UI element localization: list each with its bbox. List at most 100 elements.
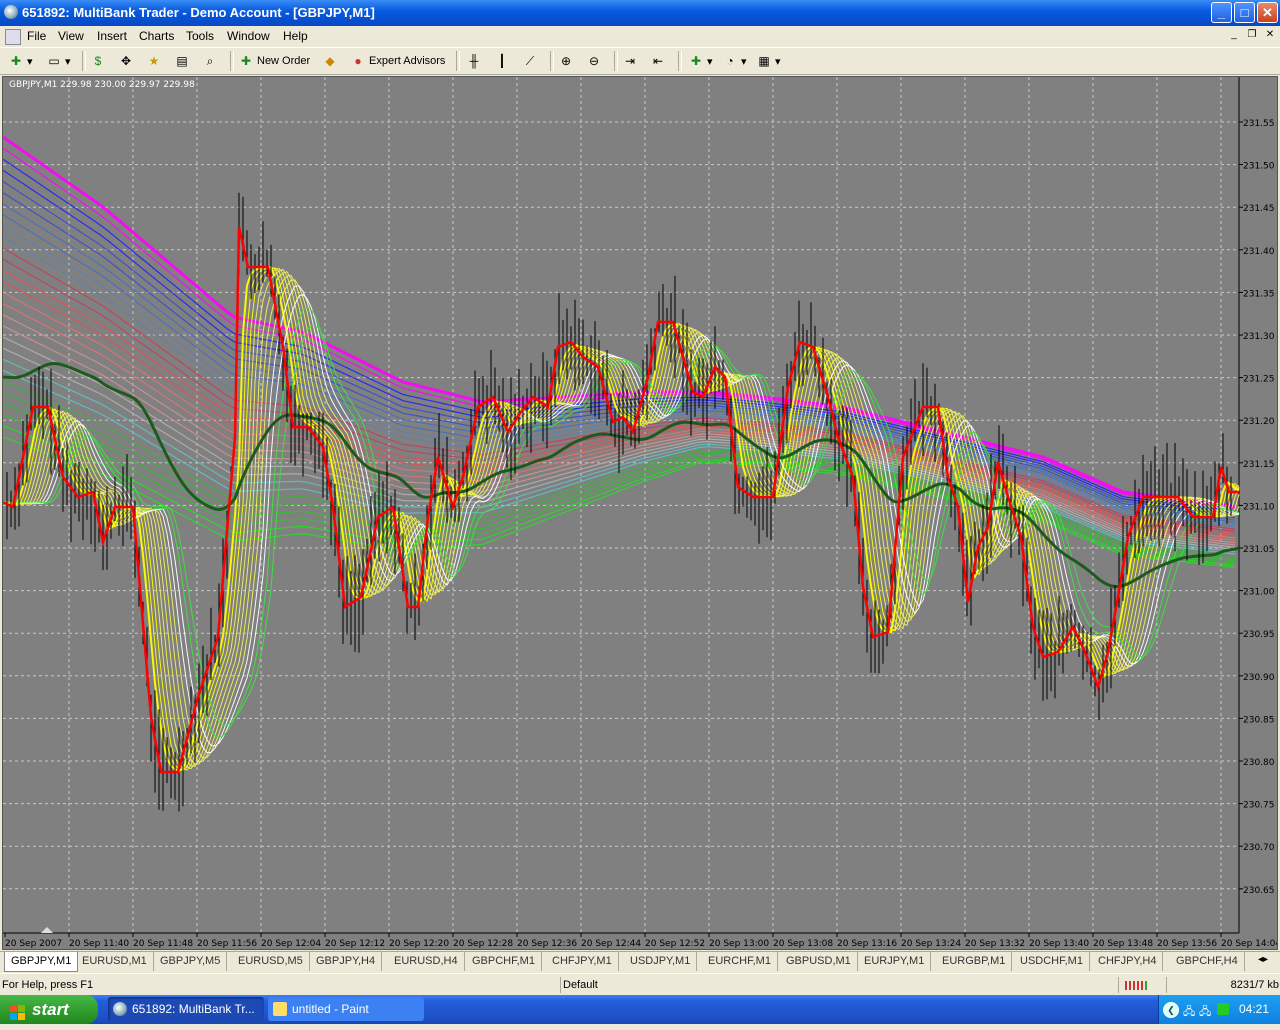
auto-scroll-button[interactable]: ⇥ [622,52,638,70]
templates-icon: ▦ [758,54,770,68]
price-label: 230.65 [1243,886,1275,896]
maximize-button[interactable]: □ [1234,2,1255,23]
navigator-button[interactable]: ★ [146,52,162,70]
price-label: 231.05 [1243,545,1275,555]
mdi-restore-button[interactable]: ❐ [1244,28,1260,42]
title-bar[interactable]: 651892: MultiBank Trader - Demo Account … [0,0,1280,26]
price-label: 231.25 [1243,375,1275,385]
profiles-button[interactable]: ▭ ▾ [46,52,70,70]
time-label: 20 Sep 12:52 [645,939,705,949]
tab-gbpchf-m1[interactable]: GBPCHF,M1 [466,952,542,971]
time-label: 20 Sep 13:08 [773,939,833,949]
tab-chfjpy-h4[interactable]: CHFJPY,H4 [1092,952,1164,971]
time-label: 20 Sep 12:28 [453,939,513,949]
network-icon-2[interactable]: 🖧 [1199,1003,1211,1022]
data-window-button[interactable]: ✥ [118,52,134,70]
tab-gbpchf-h4[interactable]: GBPCHF,H4 [1170,952,1245,971]
market-watch-icon: $ [94,54,102,68]
time-label: 20 Sep 13:24 [901,939,961,949]
line-chart-button[interactable]: ⟋ [522,52,538,70]
status-help: For Help, press F1 [2,979,94,991]
candlestick-icon: ┃ [498,54,506,68]
chart-canvas[interactable]: 231.55 231.50 231.45 231.40 231.35 231.30 231.… [3,77,1277,949]
tab-eurchf-m1[interactable]: EURCHF,M1 [702,952,778,971]
start-button[interactable]: start [0,995,98,1024]
metaeditor-button[interactable]: ◆ [322,52,338,70]
crosshair-icon: ✥ [120,54,132,68]
mdi-minimize-button[interactable]: _ [1226,28,1242,42]
price-chart[interactable]: 231.55 231.50 231.45 231.40 231.35 231.30 231.… [2,76,1278,950]
chart-info-label: GBPJPY,M1 229.98 230.00 229.97 229.98 [9,80,195,90]
menu-tools[interactable]: Tools [186,29,214,43]
indicators-button[interactable]: ✚ ▾ [688,52,713,70]
safely-remove-icon[interactable] [1217,1003,1229,1015]
tab-gbpjpy-m1[interactable]: GBPJPY,M1 [4,952,79,972]
expert-advisors-button[interactable]: ● Expert Advisors [350,52,445,70]
time-label: 20 Sep 12:36 [517,939,577,949]
terminal-button[interactable]: ▤ [174,52,190,70]
tab-eurusd-m5[interactable]: EURUSD,M5 [232,952,310,971]
time-label: 20 Sep 13:40 [1029,939,1089,949]
zoom-out-button[interactable]: ⊖ [586,52,602,70]
time-label: 20 Sep 13:00 [709,939,769,949]
time-label: 20 Sep 14:04 [1221,939,1277,949]
clock-icon: ◔ [726,54,734,68]
tab-eurjpy-m1[interactable]: EURJPY,M1 [858,952,932,971]
mdi-child-icon[interactable] [5,29,21,45]
indicators-icon: ✚ [690,54,702,68]
expert-advisors-label: Expert Advisors [369,55,446,67]
toolbar: ✚ ▾ ▭ ▾ $ ✥ ★ ▤ ⌕ ✚ New Order ◆ ● Expert Adv… [0,47,1280,75]
menu-window[interactable]: Window [227,29,270,43]
menu-file[interactable]: File [27,29,46,43]
menu-view[interactable]: View [58,29,84,43]
menu-insert[interactable]: Insert [97,29,127,43]
new-order-button[interactable]: ✚ New Order [238,52,310,70]
tray-arrow-icon[interactable]: ❮ [1163,1002,1179,1018]
time-label: 20 Sep 13:56 [1157,939,1217,949]
chart-shift-icon: ⇤ [652,54,664,68]
price-label: 231.35 [1243,289,1275,299]
new-chart-button[interactable]: ✚ ▾ [8,52,33,70]
time-label: 20 Sep 12:04 [261,939,321,949]
market-watch-button[interactable]: $ [90,52,106,70]
mdi-close-button[interactable]: ✕ [1262,28,1278,42]
taskbar-item-trader[interactable]: 651892: MultiBank Tr... [108,997,264,1021]
status-traffic: 8231/7 kb [1166,977,1280,993]
tab-usdchf-m1[interactable]: USDCHF,M1 [1014,952,1090,971]
bar-chart-button[interactable]: ╫ [466,52,482,70]
tab-scroll-arrows-icon[interactable]: ◂▸ [1258,954,1268,965]
taskbar-item-paint[interactable]: untitled - Paint [268,997,424,1021]
new-order-icon: ✚ [240,54,252,68]
status-bar: For Help, press F1 Default 8231/7 kb [0,973,1280,995]
close-button[interactable]: ✕ [1257,2,1278,23]
price-label: 231.45 [1243,204,1275,214]
chart-shift-button[interactable]: ⇤ [650,52,666,70]
periods-button[interactable]: ◔ ▾ [722,52,746,70]
tab-eurgbp-m1[interactable]: EURGBP,M1 [936,952,1013,971]
navigator-icon: ★ [148,54,160,68]
menu-charts[interactable]: Charts [139,29,174,43]
tab-usdjpy-m1[interactable]: USDJPY,M1 [624,952,698,971]
connection-bars-icon [1118,977,1165,993]
tab-eurusd-h4[interactable]: EURUSD,H4 [388,952,465,971]
magnifier-doc-icon: ⌕ [206,54,214,68]
menu-help[interactable]: Help [283,29,308,43]
tab-gbpusd-m1[interactable]: GBPUSD,M1 [780,952,858,971]
expert-advisors-icon: ● [354,54,362,68]
globe-icon [113,1002,127,1016]
time-label: 20 Sep 11:40 [69,939,129,949]
tab-gbpjpy-m5[interactable]: GBPJPY,M5 [154,952,228,971]
tab-eurusd-m1[interactable]: EURUSD,M1 [76,952,154,971]
menu-bar: File View Insert Charts Tools Window Hel… [0,26,1280,46]
paint-icon [273,1002,287,1016]
tab-chfjpy-m1[interactable]: CHFJPY,M1 [546,952,619,971]
candlestick-button[interactable]: ┃ [494,52,510,70]
templates-button[interactable]: ▦ ▾ [756,52,780,70]
minimize-button[interactable]: _ [1211,2,1232,23]
network-icon[interactable]: 🖧 [1183,1003,1195,1022]
taskbar-item-label: 651892: MultiBank Tr... [132,1002,255,1016]
zoom-in-button[interactable]: ⊕ [558,52,574,70]
window-title: 651892: MultiBank Trader - Demo Account … [22,5,375,20]
strategy-tester-button[interactable]: ⌕ [202,52,218,70]
tab-gbpjpy-h4[interactable]: GBPJPY,H4 [310,952,383,971]
